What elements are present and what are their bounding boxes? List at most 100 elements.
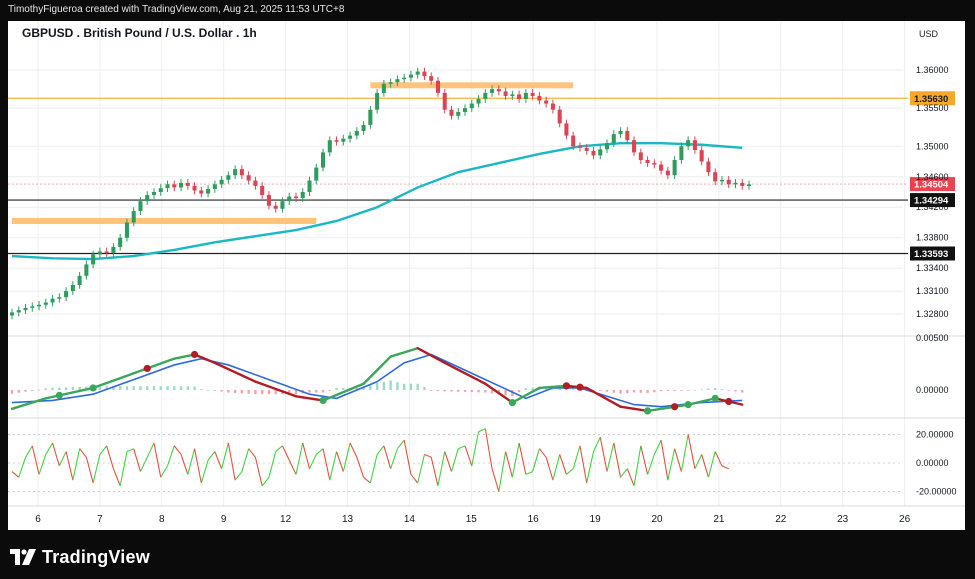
osc-line-segment [112, 468, 121, 487]
price-tick-label: 1.36000 [916, 65, 949, 75]
macd-histogram-bar [382, 381, 386, 391]
osc-line-segment [207, 451, 216, 461]
time-tick-label: 13 [342, 514, 354, 525]
candle-body [226, 175, 231, 180]
horizontal-levels[interactable]: 1.356301.342941.335931.34504 [8, 91, 955, 261]
candle-body [746, 184, 752, 186]
macd-line-segment [294, 395, 325, 402]
candle-body [131, 211, 136, 223]
signal-line [11, 353, 743, 408]
osc-line-segment [275, 445, 283, 452]
osc-line-segment [18, 457, 27, 478]
macd-histogram-bar [524, 388, 528, 391]
osc-line-segment [11, 471, 20, 478]
candle-body [388, 82, 393, 84]
candle-body [206, 188, 211, 194]
candle-body [645, 159, 650, 164]
osc-line-segment [302, 442, 311, 469]
osc-line-segment [58, 451, 67, 467]
candle-body [280, 201, 285, 209]
osc-line-segment [701, 454, 709, 478]
candle-body [50, 298, 55, 303]
candle-body [314, 167, 319, 181]
candle-body [672, 159, 677, 176]
macd-histogram-bar [227, 390, 230, 393]
osc-line-segment [254, 457, 263, 486]
osc-line-segment [65, 451, 74, 481]
macd-histogram-bar [504, 390, 507, 396]
candle-body [435, 80, 441, 93]
macd-histogram-bar [254, 390, 257, 395]
osc-line-segment [227, 442, 236, 481]
osc-line-segment [342, 442, 351, 472]
candle-body [550, 103, 555, 110]
oscillator-panel [8, 428, 903, 492]
osc-line-segment [707, 451, 716, 478]
macd-histogram-bar [632, 390, 636, 393]
osc-line-segment [458, 445, 466, 450]
macd-histogram-bar [680, 390, 683, 391]
osc-line-segment [25, 445, 33, 458]
candle-body [652, 163, 657, 165]
osc-line-segment [383, 445, 392, 469]
macd-histogram-bar [37, 389, 41, 391]
osc-line-segment [241, 448, 250, 472]
tradingview-logo: TradingView [10, 546, 150, 568]
osc-line-segment [38, 454, 47, 475]
macd-histogram-bar [159, 386, 162, 391]
osc-line-segment [640, 445, 649, 475]
candle-body [632, 140, 637, 153]
osc-line-segment [180, 454, 189, 475]
time-axis-labels: 6 7 8 9 12 13 14 15 16 19 20 21 22 23 26 [35, 514, 910, 525]
macd-line-segment [321, 382, 365, 402]
osc-line-segment [194, 448, 202, 484]
candle-body [490, 89, 495, 93]
candle-body [37, 304, 42, 307]
osc-line-segment [396, 439, 405, 450]
macd-histogram-bar [335, 387, 338, 391]
chart-frame[interactable]: 1.35630 1.34294 1.33593 1.34504 1.36000 1.35… [8, 21, 965, 530]
osc-line-segment [139, 457, 148, 472]
osc-tick-label: 20.00000 [916, 429, 954, 439]
macd-line-segment [10, 397, 48, 411]
macd-histogram-bar [666, 390, 670, 392]
time-tick-label: 15 [466, 514, 478, 525]
candle-body [564, 123, 569, 136]
macd-cross-dot-green [684, 401, 692, 409]
candle-body [469, 103, 474, 109]
osc-line-segment [146, 442, 155, 458]
axes [8, 335, 965, 507]
candle-body [442, 92, 447, 110]
price-tick-label: 1.35000 [916, 141, 949, 151]
osc-line-segment [187, 448, 196, 475]
macd-histogram-bar [416, 383, 419, 391]
osc-line-segment [261, 476, 270, 487]
osc-line-segment [518, 442, 527, 475]
macd-histogram-bar [193, 386, 196, 391]
macd-histogram-bar [673, 390, 676, 391]
osc-line-segment [410, 474, 419, 484]
osc-line-segment [545, 457, 554, 481]
osc-line-segment [315, 448, 324, 455]
brand-name: TradingView [42, 546, 150, 567]
macd-histogram-bar [619, 390, 622, 394]
macd-histogram-bar [321, 390, 325, 393]
osc-line-segment [45, 442, 54, 455]
macd-histogram-bar [233, 390, 237, 393]
time-tick-label: 7 [97, 514, 103, 525]
chart-canvas[interactable]: 1.356301.342941.335931.34504 1.36000 1.35… [8, 21, 965, 530]
macd-histogram-bar [443, 390, 446, 392]
osc-line-segment [336, 451, 344, 472]
osc-line-segment [721, 465, 729, 470]
candle-body [611, 134, 616, 144]
macd-histogram-bar [274, 390, 277, 395]
osc-line-segment [660, 440, 669, 481]
macd-histogram-bar [720, 389, 724, 391]
currency-label: USD [919, 29, 939, 39]
macd-histogram-bar [686, 390, 690, 391]
macd-histogram-bar [558, 389, 561, 391]
candle-body [665, 170, 670, 176]
candle-body [97, 251, 102, 255]
candle-body [239, 169, 244, 176]
macd-tick-label: 0.00000 [916, 385, 949, 395]
